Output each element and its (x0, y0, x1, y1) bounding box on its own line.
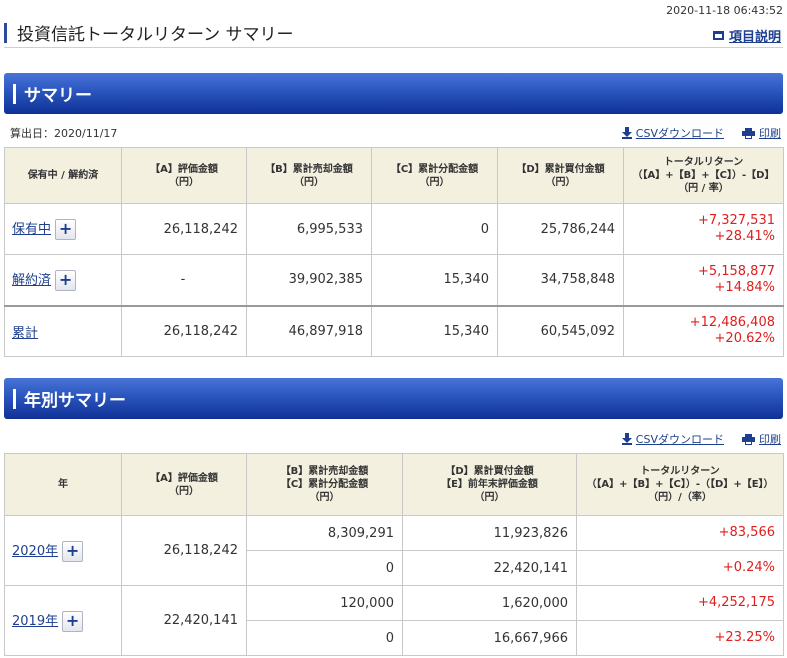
expand-plus-button[interactable]: + (55, 219, 77, 240)
summary-section-header: サマリー (4, 73, 783, 114)
table-row: 2019年 + 22,420,141 120,000 1,620,000 +4,2… (4, 585, 784, 656)
year-cell: 2020年 + (4, 515, 122, 586)
col-header-bc: 【B】累計売却金額 【C】累計分配金額 （円） (246, 453, 403, 516)
col-header-a: 【A】評価金額 （円） (121, 147, 247, 204)
value-b: 39,902,385 (246, 254, 372, 306)
print-label: 印刷 (759, 433, 781, 446)
table-row: 2020年 + 26,118,242 8,309,291 11,923,826 +… (4, 515, 784, 586)
csv-download-label: CSVダウンロード (635, 127, 724, 140)
col-header-a: 【A】評価金額 （円） (121, 453, 247, 516)
summary-print-link[interactable]: 印刷 (742, 125, 781, 141)
cumulative-link[interactable]: 累計 (12, 326, 38, 341)
value-d: 1,620,000 (402, 585, 577, 621)
print-label: 印刷 (759, 127, 781, 140)
value-c: 0 (246, 550, 403, 586)
yearly-print-link[interactable]: 印刷 (742, 431, 781, 447)
value-a: - (121, 254, 247, 306)
total-return-yen: +7,327,531 (697, 213, 775, 228)
value-b: 8,309,291 (246, 515, 403, 551)
page-title: 投資信託トータルリターン サマリー (17, 25, 294, 45)
expand-plus-button[interactable]: + (55, 269, 77, 291)
value-e: 16,667,966 (402, 620, 577, 656)
table-row-total: 累計 26,118,242 46,897,918 15,340 60,545,0… (4, 304, 784, 357)
table-row: 解約済 + - 39,902,385 15,340 34,758,848 +5,1… (4, 254, 784, 306)
section-marker (13, 388, 16, 409)
col-header-status: 保有中 / 解約済 (4, 147, 122, 204)
value-c: 15,340 (371, 304, 498, 357)
row-label-cell: 解約済 + (4, 254, 122, 306)
summary-toolbar: 算出日：2020/11/17 CSVダウンロード 印刷 (10, 125, 781, 141)
cancelled-link[interactable]: 解約済 (12, 273, 51, 288)
yearly-section-title: 年別サマリー (24, 391, 126, 411)
value-c: 0 (246, 620, 403, 656)
total-return-yen: +5,158,877 (697, 263, 775, 279)
value-d: 34,758,848 (497, 254, 624, 306)
yearly-csv-download-link[interactable]: CSVダウンロード (621, 431, 724, 447)
value-b: 120,000 (246, 585, 403, 621)
title-accent-bar (4, 22, 7, 43)
value-c: 0 (371, 203, 498, 255)
calc-date: 算出日：2020/11/17 (10, 127, 118, 140)
total-return-rate: +28.41% (714, 229, 775, 244)
value-d: 25,786,244 (497, 203, 624, 255)
value-a: 26,118,242 (121, 304, 247, 357)
col-header-b: 【B】累計売却金額 （円） (246, 147, 372, 204)
value-d: 11,923,826 (402, 515, 577, 551)
total-return-rate: +20.62% (714, 331, 775, 347)
value-a: 26,118,242 (121, 203, 247, 255)
value-a: 22,420,141 (121, 585, 247, 656)
col-header-d: 【D】累計買付金額 （円） (497, 147, 624, 204)
download-icon (621, 127, 632, 139)
value-b: 6,995,533 (246, 203, 372, 255)
total-return-rate: +14.84% (714, 279, 775, 295)
total-return-cell: +12,486,408 +20.62% (623, 304, 784, 357)
summary-table: 保有中 / 解約済 【A】評価金額 （円） 【B】累計売却金額 （円） 【C】累… (4, 147, 784, 357)
timestamp: 2020-11-18 06:43:52 (666, 4, 783, 17)
row-label-cell: 保有中 + (4, 203, 122, 255)
value-a: 26,118,242 (121, 515, 247, 586)
yearly-toolbar: CSVダウンロード 印刷 (10, 431, 781, 447)
download-icon (621, 433, 632, 445)
total-return-cell: +7,327,531 +28.41% (623, 203, 784, 255)
value-e: 22,420,141 (402, 550, 577, 586)
summary-header-row: 保有中 / 解約済 【A】評価金額 （円） 【B】累計売却金額 （円） 【C】累… (4, 147, 784, 204)
value-c: 15,340 (371, 254, 498, 306)
col-header-c: 【C】累計分配金額 （円） (371, 147, 498, 204)
col-header-de: 【D】累計買付金額 【E】前年末評価金額 （円） (402, 453, 577, 516)
col-header-year: 年 (4, 453, 122, 516)
print-icon (742, 127, 755, 139)
expand-plus-button[interactable]: + (62, 610, 84, 632)
value-d: 60,545,092 (497, 304, 624, 357)
col-header-total-return: トータルリターン （【A】+【B】+【C】）-（【D】+【E】） （円）/（率） (576, 453, 784, 516)
year-cell: 2019年 + (4, 585, 122, 656)
help-link[interactable]: 項目説明 (712, 26, 781, 45)
holding-link[interactable]: 保有中 (12, 222, 51, 237)
total-return-yen: +12,486,408 (689, 315, 775, 331)
window-icon (712, 31, 724, 40)
total-return-rate: +23.25% (576, 620, 784, 656)
total-return-yen: +4,252,175 (576, 585, 784, 621)
total-return-rate: +0.24% (576, 550, 784, 586)
yearly-table: 年 【A】評価金額 （円） 【B】累計売却金額 【C】累計分配金額 （円） 【D… (4, 453, 784, 656)
row-label-cell: 累計 (4, 304, 122, 357)
total-return-yen: +83,566 (576, 515, 784, 551)
print-icon (742, 433, 755, 445)
summary-csv-download-link[interactable]: CSVダウンロード (621, 125, 724, 141)
page-header: 投資信託トータルリターン サマリー 項目説明 (4, 18, 783, 48)
yearly-header-row: 年 【A】評価金額 （円） 【B】累計売却金額 【C】累計分配金額 （円） 【D… (4, 453, 784, 516)
csv-download-label: CSVダウンロード (635, 433, 724, 446)
table-row: 保有中 + 26,118,242 6,995,533 0 25,786,244 +… (4, 203, 784, 255)
yearly-section-header: 年別サマリー (4, 378, 783, 419)
section-marker (13, 83, 16, 104)
year-link-2020[interactable]: 2020年 (12, 544, 58, 559)
expand-plus-button[interactable]: + (62, 540, 84, 562)
col-header-total-return: トータルリターン （【A】+【B】+【C】）-【D】 （円 / 率） (623, 147, 784, 204)
summary-section-title: サマリー (24, 86, 92, 106)
year-link-2019[interactable]: 2019年 (12, 614, 58, 629)
total-return-cell: +5,158,877 +14.84% (623, 254, 784, 306)
help-link-label: 項目説明 (728, 30, 781, 45)
value-b: 46,897,918 (246, 304, 372, 357)
